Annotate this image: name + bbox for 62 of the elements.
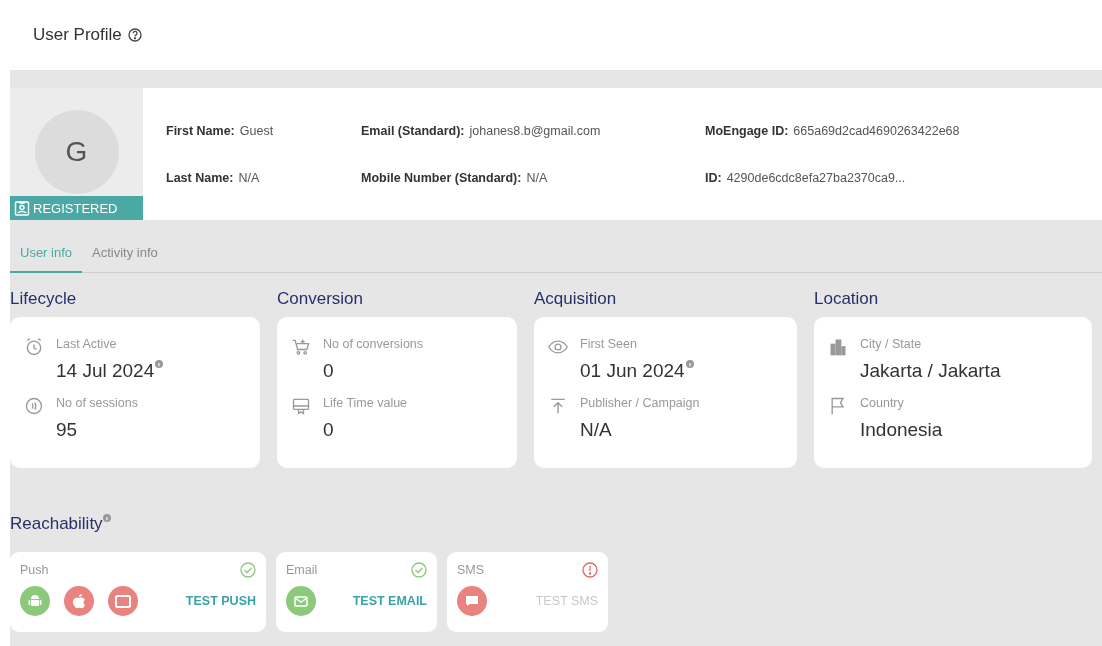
alert-circle-icon: [582, 562, 598, 578]
stat-label: Publisher / Campaign: [580, 396, 701, 412]
field-value: johanes8.b@gmail.com: [469, 123, 601, 138]
stat-value: Jakarta / Jakarta: [860, 360, 1001, 382]
test-button[interactable]: TEST PUSH: [185, 594, 256, 608]
field-value: Guest: [239, 123, 274, 138]
avatar: G: [34, 110, 119, 194]
stat-label: Last Active: [56, 337, 118, 353]
page-title: User Profile: [33, 25, 122, 45]
stat-label: First Seen: [580, 337, 638, 353]
channel-name: SMS: [457, 563, 485, 577]
info-icon: [102, 514, 111, 522]
android-icon: [28, 594, 42, 608]
section-title: Acquisition: [534, 289, 618, 309]
section-title: Location: [814, 289, 880, 309]
section-title: Reachability: [10, 514, 103, 534]
info-icon: [155, 360, 164, 368]
check-circle-icon: [411, 562, 427, 578]
mail-icon: [294, 595, 308, 607]
apple-icon: [72, 593, 86, 609]
stat-value: 95: [56, 419, 78, 441]
field-label: Mobile Number (Standard):: [361, 170, 522, 185]
field-label: ID:: [705, 170, 722, 185]
section-title: Lifecycle: [10, 289, 78, 309]
building-icon: [828, 337, 848, 357]
stat-value: 0: [323, 360, 334, 382]
stat-value: 0: [323, 419, 334, 441]
stat-label: Life Time value: [323, 396, 409, 412]
field-label: Last Name:: [166, 170, 234, 185]
info-icon: [685, 360, 694, 368]
field-value: 665a69d2cad4690263422e68: [793, 123, 960, 138]
channel-name: Push: [20, 563, 49, 577]
stat-value: 01 Jun 2024: [580, 360, 685, 382]
tab[interactable]: Activity info: [82, 220, 168, 273]
field-value: N/A: [238, 170, 260, 185]
section-title: Conversion: [277, 289, 364, 309]
signal-icon: [24, 396, 44, 416]
stat-label: Country: [860, 396, 905, 412]
stat-value: N/A: [580, 419, 612, 441]
field-label: Email (Standard):: [361, 123, 465, 138]
check-circle-icon: [240, 562, 256, 578]
stat-label: No of conversions: [323, 337, 425, 353]
id-badge-icon: [14, 200, 30, 216]
stat-value: 14 Jul 2024: [56, 360, 155, 382]
monitor-icon: [291, 396, 311, 416]
field-value: 4290de6cdc8efa27ba2370ca9...: [726, 170, 906, 185]
help-icon[interactable]: [127, 28, 142, 42]
badge-label: REGISTERED: [33, 200, 118, 216]
field-value: N/A: [526, 170, 548, 185]
browser-window-icon: [115, 594, 131, 608]
cart-icon: [291, 337, 311, 357]
test-button[interactable]: TEST EMAIL: [352, 594, 427, 608]
upload-icon: [548, 396, 568, 416]
field-label: First Name:: [166, 123, 235, 138]
alarm-clock-icon: [24, 337, 44, 357]
message-icon: [465, 595, 479, 607]
field-label: MoEngage ID:: [705, 123, 789, 138]
stat-label: No of sessions: [56, 396, 139, 412]
channel-name: Email: [286, 563, 318, 577]
stat-value: Indonesia: [860, 419, 943, 441]
tab[interactable]: User info: [10, 220, 83, 273]
stat-label: City / State: [860, 337, 923, 353]
